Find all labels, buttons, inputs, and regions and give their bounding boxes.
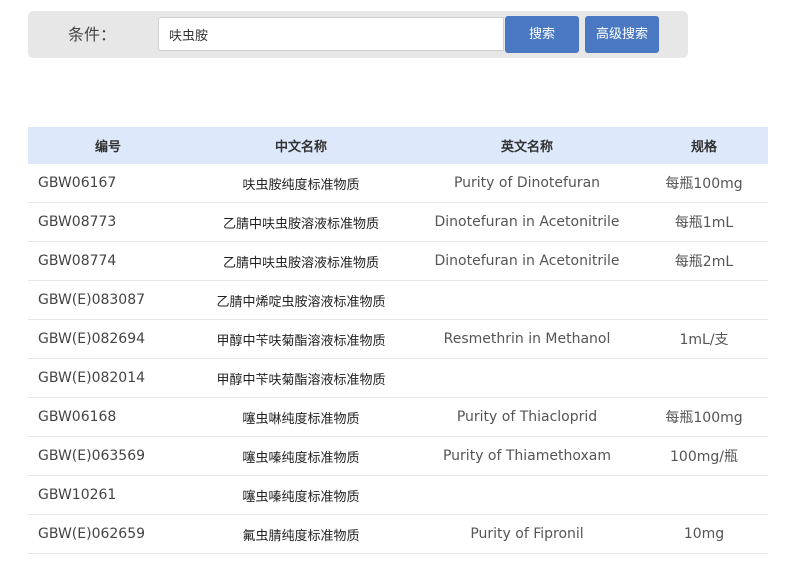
row-id: GBW06168 [28,397,188,437]
header-id: 编号 [28,127,188,164]
row-id: GBW(E)082694 [28,319,188,359]
row-english-name: Resmethrin in Methanol [414,319,640,359]
row-spec: 每瓶100mg [640,164,768,203]
row-id: GBW08773 [28,202,188,242]
row-chinese-name[interactable]: 呋虫胺纯度标准物质 [188,164,414,203]
table-row[interactable]: GBW(E)062659 氟虫腈纯度标准物质 Purity of Fiproni… [28,514,768,554]
row-chinese-name[interactable]: 噻虫嗪纯度标准物质 [188,436,414,476]
row-english-name: Purity of Dinotefuran [414,164,640,203]
row-english-name: Purity of Fipronil [414,514,640,554]
table-row[interactable]: GBW(E)083087 乙腈中烯啶虫胺溶液标准物质 [28,280,768,320]
row-spec [640,280,768,320]
row-english-name [414,358,640,398]
results-table: 编号 中文名称 英文名称 规格 GBW06167 呋虫胺纯度标准物质 Purit… [28,127,768,554]
row-chinese-name[interactable]: 乙腈中呋虫胺溶液标准物质 [188,202,414,242]
row-id: GBW10261 [28,475,188,515]
header-spec: 规格 [640,127,768,164]
table-header-row: 编号 中文名称 英文名称 规格 [28,127,768,164]
row-id: GBW(E)083087 [28,280,188,320]
row-id: GBW08774 [28,241,188,281]
row-chinese-name[interactable]: 甲醇中苄呋菊酯溶液标准物质 [188,358,414,398]
header-english-name: 英文名称 [414,127,640,164]
row-chinese-name[interactable]: 噻虫嗪纯度标准物质 [188,475,414,515]
row-id: GBW(E)063569 [28,436,188,476]
table-row[interactable]: GBW(E)082014 甲醇中苄呋菊酯溶液标准物质 [28,358,768,398]
row-spec [640,358,768,398]
row-spec: 每瓶1mL [640,202,768,242]
table-row[interactable]: GBW06167 呋虫胺纯度标准物质 Purity of Dinotefuran… [28,164,768,203]
search-input[interactable] [158,17,504,51]
row-english-name [414,475,640,515]
row-spec: 每瓶100mg [640,397,768,437]
row-english-name: Dinotefuran in Acetonitrile [414,202,640,242]
row-english-name: Purity of Thiamethoxam [414,436,640,476]
row-id: GBW(E)082014 [28,358,188,398]
header-chinese-name: 中文名称 [188,127,414,164]
search-button[interactable]: 搜索 [505,16,579,53]
row-chinese-name[interactable]: 乙腈中呋虫胺溶液标准物质 [188,241,414,281]
search-bar: 条件： 搜索 高级搜索 [28,11,688,58]
row-spec: 每瓶2mL [640,241,768,281]
table-row[interactable]: GBW10261 噻虫嗪纯度标准物质 [28,475,768,515]
table-row[interactable]: GBW08774 乙腈中呋虫胺溶液标准物质 Dinotefuran in Ace… [28,241,768,281]
row-spec: 10mg [640,514,768,554]
row-chinese-name[interactable]: 乙腈中烯啶虫胺溶液标准物质 [188,280,414,320]
row-chinese-name[interactable]: 氟虫腈纯度标准物质 [188,514,414,554]
row-spec [640,475,768,515]
row-english-name: Purity of Thiacloprid [414,397,640,437]
row-id: GBW(E)062659 [28,514,188,554]
table-row[interactable]: GBW06168 噻虫啉纯度标准物质 Purity of Thiacloprid… [28,397,768,437]
table-row[interactable]: GBW(E)063569 噻虫嗪纯度标准物质 Purity of Thiamet… [28,436,768,476]
condition-label: 条件： [68,25,117,44]
table-row[interactable]: GBW(E)082694 甲醇中苄呋菊酯溶液标准物质 Resmethrin in… [28,319,768,359]
row-chinese-name[interactable]: 噻虫啉纯度标准物质 [188,397,414,437]
row-english-name: Dinotefuran in Acetonitrile [414,241,640,281]
row-spec: 100mg/瓶 [640,436,768,476]
row-id: GBW06167 [28,164,188,203]
row-english-name [414,280,640,320]
row-chinese-name[interactable]: 甲醇中苄呋菊酯溶液标准物质 [188,319,414,359]
table-row[interactable]: GBW08773 乙腈中呋虫胺溶液标准物质 Dinotefuran in Ace… [28,202,768,242]
advanced-search-button[interactable]: 高级搜索 [585,16,659,53]
row-spec: 1mL/支 [640,319,768,359]
